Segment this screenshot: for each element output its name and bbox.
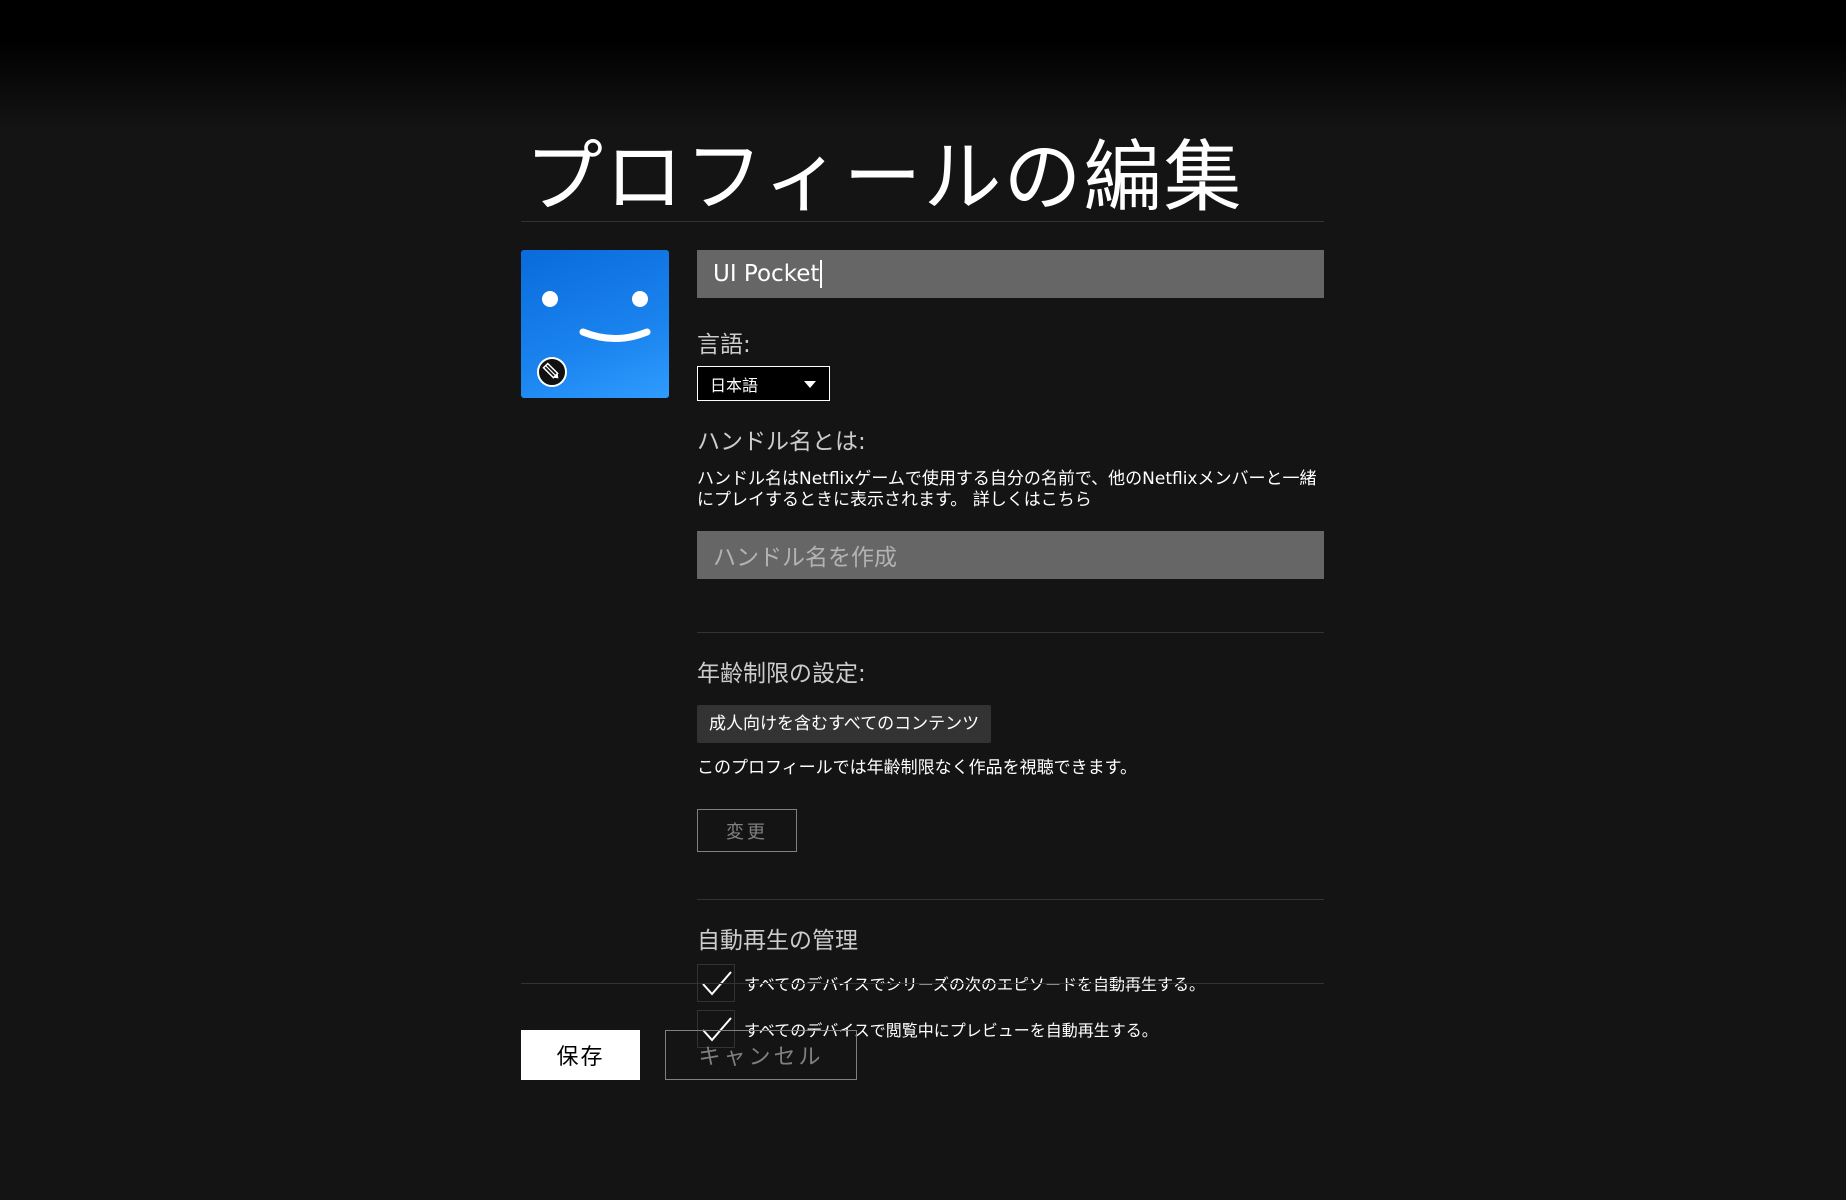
autoplay-divider (697, 899, 1324, 900)
profile-form: UI Pocket 言語: 日本語 ハンドル名とは: ハンドル名はNetflix… (697, 250, 1324, 1048)
change-maturity-button[interactable]: 変更 (697, 809, 797, 852)
form-actions: 保存 キャンセル (521, 1030, 857, 1080)
handle-description: ハンドル名はNetflixゲームで使用する自分の名前で、他のNetflixメンバ… (697, 469, 1317, 510)
maturity-label: 年齢制限の設定: (697, 661, 866, 687)
language-select[interactable]: 日本語 (697, 366, 830, 401)
dropdown-arrow-icon (804, 381, 816, 388)
page-title: プロフィールの編集 (525, 133, 1244, 223)
handle-name-input[interactable]: ハンドル名を作成 (697, 531, 1324, 579)
save-button[interactable]: 保存 (521, 1030, 640, 1080)
maturity-divider (697, 632, 1324, 633)
profile-name-input[interactable]: UI Pocket (697, 250, 1324, 298)
profile-edit-main: UI Pocket 言語: 日本語 ハンドル名とは: ハンドル名はNetflix… (521, 222, 1324, 1112)
pencil-icon (542, 362, 559, 379)
edit-profile-container: プロフィールの編集 UI Pocket 言語: 日本語 ハンドル名とは: ハンド… (521, 130, 1324, 1112)
language-selected-value: 日本語 (710, 375, 759, 395)
language-label: 言語: (697, 332, 751, 358)
profile-name-value: UI Pocket (713, 261, 820, 287)
handle-label: ハンドル名とは: (697, 429, 866, 455)
handle-placeholder: ハンドル名を作成 (713, 545, 897, 571)
autoplay-label: 自動再生の管理 (697, 928, 858, 954)
actions-divider (521, 983, 1324, 984)
text-cursor (820, 260, 823, 288)
top-header-bar (0, 0, 1846, 130)
avatar-edit-button[interactable] (537, 357, 567, 387)
profile-avatar[interactable] (521, 250, 669, 398)
cancel-button[interactable]: キャンセル (665, 1030, 857, 1080)
checkmark-icon (702, 971, 732, 996)
maturity-description: このプロフィールでは年齢制限なく作品を視聴できます。 (697, 758, 1137, 778)
maturity-rating-badge: 成人向けを含むすべてのコンテンツ (697, 705, 992, 743)
